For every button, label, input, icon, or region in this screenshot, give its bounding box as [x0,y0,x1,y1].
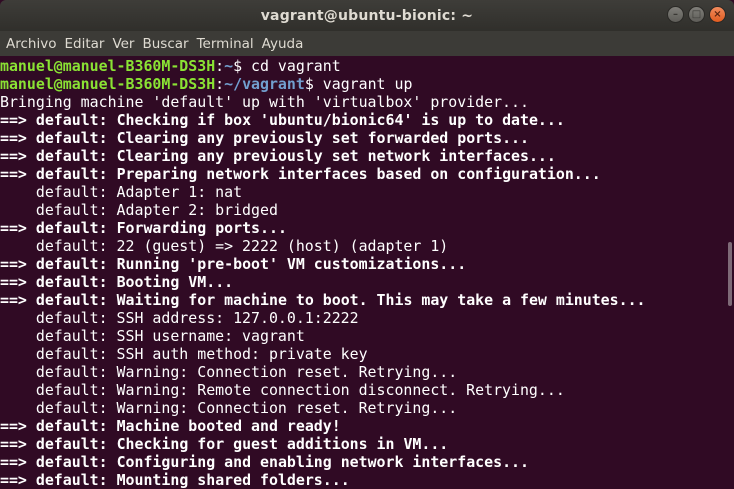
output-text: Bringing machine 'default' up with 'virt… [0,93,529,111]
output-line: ==> default: Machine booted and ready! [0,417,726,435]
close-button[interactable]: × [709,6,726,23]
output-line: ==> default: Checking for guest addition… [0,435,726,453]
output-text: default: Adapter 1: nat [0,183,243,201]
output-text: default: SSH username: vagrant [0,327,305,345]
output-line: ==> default: Mounting shared folders... [0,471,726,489]
output-line: default: Warning: Remote connection disc… [0,381,726,399]
output-line: default: Adapter 1: nat [0,183,726,201]
output-line: default: SSH address: 127.0.0.1:2222 [0,309,726,327]
scrollbar-thumb[interactable] [728,242,732,306]
output-label: default: [35,417,108,435]
menubar: Archivo Editar Ver Buscar Terminal Ayuda [0,31,734,56]
output-arrow: ==> [0,291,36,309]
output-text: Checking for guest additions in VM... [107,435,449,453]
output-text: default: SSH auth method: private key [0,345,368,363]
output-label: default: [35,273,108,291]
output-label: default: [35,129,108,147]
close-icon: × [713,8,722,20]
output-text: Clearing any previously set forwarded po… [107,129,529,147]
output-line: ==> default: Preparing network interface… [0,165,726,183]
output-text: default: Warning: Connection reset. Retr… [0,399,458,417]
minimize-button[interactable]: – [667,6,684,23]
minimize-icon: – [673,8,678,20]
output-line: ==> default: Forwarding ports... [0,219,726,237]
output-arrow: ==> [0,147,36,165]
output-label: default: [35,255,108,273]
output-text: default: SSH address: 127.0.0.1:2222 [0,309,359,327]
output-text: Clearing any previously set network inte… [107,147,556,165]
output-text: Preparing network interfaces based on co… [107,165,601,183]
prompt-line: manuel@manuel-B360M-DS3H:~/vagrant$ vagr… [0,75,413,93]
output-line: ==> default: Running 'pre-boot' VM custo… [0,255,726,273]
prompt-path: ~ [224,57,234,75]
output-label: default: [35,453,108,471]
output-arrow: ==> [0,435,36,453]
output-text: Forwarding ports... [107,219,287,237]
prompt-path: ~/vagrant [224,75,305,93]
output-arrow: ==> [0,471,36,489]
output-text: default: 22 (guest) => 2222 (host) (adap… [0,237,449,255]
output-line: ==> default: Clearing any previously set… [0,147,726,165]
menu-ver[interactable]: Ver [109,36,139,52]
output-line: default: Warning: Connection reset. Retr… [0,363,726,381]
output-arrow: ==> [0,165,36,183]
output-text: default: Warning: Remote connection disc… [0,381,565,399]
output-line: default: Adapter 2: bridged [0,201,726,219]
output-line: ==> default: Clearing any previously set… [0,129,726,147]
prompt-user-host: manuel@manuel-B360M-DS3H [0,57,216,75]
output-label: default: [35,219,108,237]
output-line: default: 22 (guest) => 2222 (host) (adap… [0,237,726,255]
output-line: ==> default: Waiting for machine to boot… [0,291,726,309]
prompt-command: $ cd vagrant [233,57,341,75]
output-label: default: [35,165,108,183]
output-text: default: Adapter 2: bridged [0,201,278,219]
output-line: ==> default: Configuring and enabling ne… [0,453,726,471]
output-arrow: ==> [0,111,36,129]
terminal-output[interactable]: manuel@manuel-B360M-DS3H:~$ cd vagrant m… [0,56,726,489]
output-label: default: [35,471,108,489]
output-lines: Bringing machine 'default' up with 'virt… [0,93,726,489]
output-text: Checking if box 'ubuntu/bionic64' is up … [107,111,565,129]
output-text: Running 'pre-boot' VM customizations... [107,255,467,273]
output-arrow: ==> [0,255,36,273]
output-label: default: [35,147,108,165]
prompt-command: $ vagrant up [304,75,413,93]
output-text: Configuring and enabling network interfa… [107,453,529,471]
output-line: default: SSH auth method: private key [0,345,726,363]
output-line: Bringing machine 'default' up with 'virt… [0,93,726,111]
menu-editar[interactable]: Editar [61,36,109,52]
output-text: Mounting shared folders... [107,471,350,489]
window-titlebar[interactable]: vagrant@ubuntu-bionic: ~ – □ × [0,0,734,31]
output-line: ==> default: Checking if box 'ubuntu/bio… [0,111,726,129]
terminal-scrollbar[interactable] [726,56,734,488]
output-arrow: ==> [0,417,36,435]
prompt-line: manuel@manuel-B360M-DS3H:~$ cd vagrant [0,57,341,75]
maximize-button[interactable]: □ [688,6,705,23]
output-line: default: Warning: Connection reset. Retr… [0,399,726,417]
menu-archivo[interactable]: Archivo [3,36,61,52]
output-text: Machine booted and ready! [107,417,341,435]
output-arrow: ==> [0,129,36,147]
window-controls: – □ × [667,6,726,23]
menu-buscar[interactable]: Buscar [139,36,193,52]
output-line: ==> default: Booting VM... [0,273,726,291]
prompt-user-host: manuel@manuel-B360M-DS3H [0,75,216,93]
output-arrow: ==> [0,453,36,471]
output-line: default: SSH username: vagrant [0,327,726,345]
maximize-icon: □ [691,8,702,20]
output-text: default: Warning: Connection reset. Retr… [0,363,458,381]
output-text: Waiting for machine to boot. This may ta… [107,291,646,309]
window-title: vagrant@ubuntu-bionic: ~ [260,7,474,24]
output-label: default: [35,291,108,309]
output-arrow: ==> [0,273,36,291]
menu-ayuda[interactable]: Ayuda [259,36,309,52]
output-text: Booting VM... [107,273,234,291]
output-arrow: ==> [0,219,36,237]
output-label: default: [35,111,108,129]
output-label: default: [35,435,108,453]
menu-terminal[interactable]: Terminal [194,36,259,52]
